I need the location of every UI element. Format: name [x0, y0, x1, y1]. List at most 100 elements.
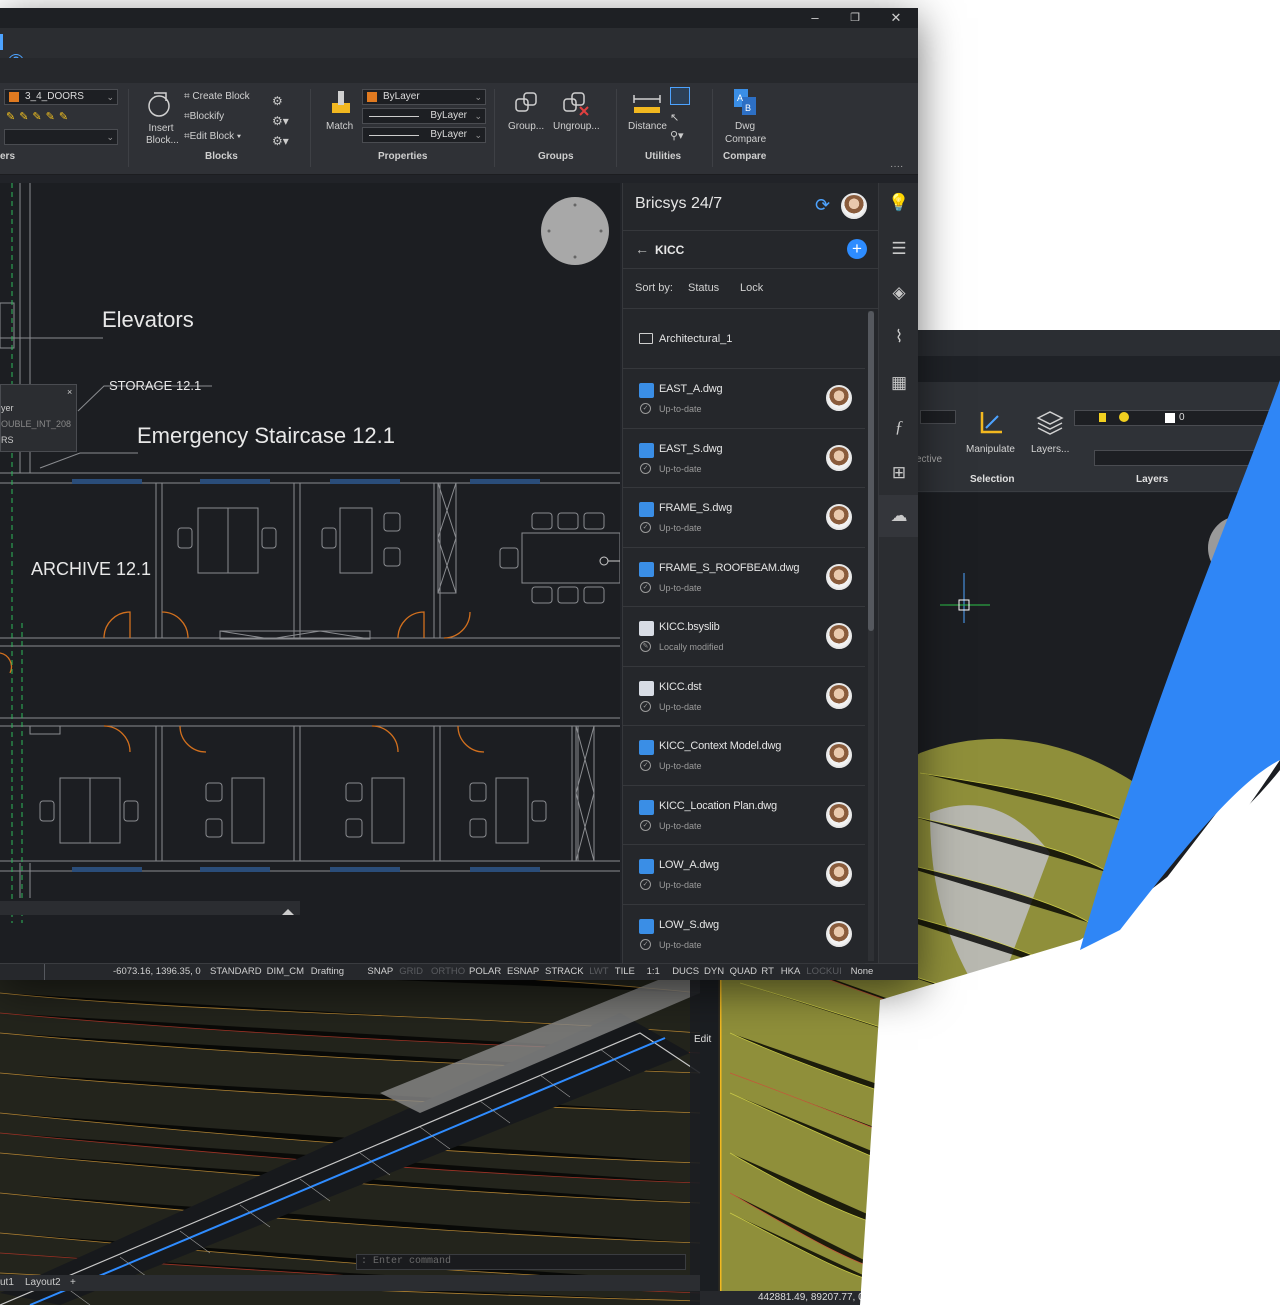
svg-text:B: B [745, 103, 751, 113]
close-button[interactable]: ✕ [881, 9, 911, 27]
file-row[interactable]: KICC_Context Model.dwg ✓ Up-to-date [623, 726, 865, 786]
insert-block-button[interactable]: Insert Block... [146, 123, 179, 147]
status-toggle-ducs[interactable]: DUCS [672, 966, 699, 977]
status-toggle-none[interactable]: None [851, 966, 874, 977]
match-button[interactable]: Match [326, 121, 353, 132]
lock-owner-avatar[interactable] [826, 920, 852, 947]
color-combo[interactable]: ByLayer ⌄ [362, 89, 486, 105]
dwg-file-icon [639, 442, 654, 458]
file-row[interactable]: KICC_Location Plan.dwg ✓ Up-to-date [623, 786, 865, 845]
restore-button[interactable]: ❐ [840, 9, 870, 27]
file-row[interactable]: KICC.bsyslib ✎ Locally modified [623, 607, 865, 667]
layer-quick-popup[interactable]: × yer OUBLE_INT_208 RS [0, 384, 77, 452]
dwg-file-icon [639, 859, 654, 874]
layer-combo[interactable]: 3_4_DOORS ⌄ [4, 89, 118, 105]
user-avatar[interactable] [841, 193, 867, 219]
lock-owner-avatar[interactable] [826, 444, 852, 471]
status-toggle-hka[interactable]: HKA [781, 966, 801, 977]
blockify-button[interactable]: ⌗Blockify [184, 111, 224, 122]
status-toggle-grid[interactable]: GRID [399, 966, 423, 977]
block-tools-icons[interactable]: ⚙ ⚙▾ ⚙▾ [272, 91, 289, 151]
lightbulb-icon[interactable]: 💡 [887, 191, 911, 215]
file-row[interactable]: FRAME_S.dwg ✓ Up-to-date [623, 488, 865, 548]
formula-icon[interactable]: ƒ [887, 415, 911, 439]
status-toggle-rt[interactable]: RT [761, 966, 774, 977]
file-row[interactable]: FRAME_S_ROOFBEAM.dwg ✓ Up-to-date [623, 548, 865, 607]
drawing-canvas[interactable]: Elevators STORAGE 12.1 Emergency Stairca… [0, 183, 620, 963]
layer-tools-icons[interactable]: ✎✎✎✎✎ [6, 110, 116, 124]
create-block-button[interactable]: ⌗ Create Block [184, 91, 250, 102]
lock-owner-avatar[interactable] [826, 385, 852, 411]
status-toggle-1-1[interactable]: 1:1 [647, 966, 660, 977]
lock-owner-avatar[interactable] [826, 623, 852, 649]
insert-block-icon [146, 89, 176, 119]
status-toggle-polar[interactable]: POLAR [469, 966, 501, 977]
panel-scrollbar[interactable] [868, 311, 874, 961]
lock-owner-avatar[interactable] [826, 861, 852, 887]
scrollbar-thumb[interactable] [868, 311, 874, 631]
sort-by-lock[interactable]: Lock [740, 282, 763, 294]
status-toggle-esnap[interactable]: ESNAP [507, 966, 539, 977]
status-toggle-standard[interactable]: STANDARD [210, 966, 262, 977]
status-toggle-snap[interactable]: SNAP [367, 966, 393, 977]
dwg-file-icon [639, 502, 654, 517]
file-name: LOW_A.dwg [659, 859, 719, 871]
layer-state-combo[interactable]: ⌄ [4, 129, 118, 145]
dwg-file-icon [639, 740, 654, 755]
lock-owner-avatar[interactable] [826, 682, 852, 709]
cloud-tab-active[interactable]: ☁ [879, 495, 918, 537]
dwg-compare-line1[interactable]: Dwg [735, 121, 755, 132]
utility-tools-icons[interactable]: ↖ ⚲▾ [670, 109, 684, 145]
linetype-combo[interactable]: ByLayer ⌄ [362, 108, 486, 124]
sort-by-status[interactable]: Status [688, 282, 719, 294]
status-toggle-ortho[interactable]: ORTHO [431, 966, 465, 977]
file-row[interactable]: EAST_A.dwg ✓ Up-to-date [623, 369, 865, 429]
attachments-icon[interactable]: ⌇ [887, 325, 911, 349]
popup-close-icon[interactable]: × [67, 387, 72, 397]
ribbon: 3_4_DOORS ⌄ ✎✎✎✎✎ ⌄ ers Insert Block... ⌗… [0, 83, 918, 175]
minimize-button[interactable]: – [800, 9, 830, 27]
refresh-icon[interactable]: ⟳ [815, 195, 830, 216]
distance-button[interactable]: Distance [628, 121, 667, 132]
lineweight-combo[interactable]: ByLayer ⌄ [362, 127, 486, 143]
status-toggle-dim-cm[interactable]: DIM_CM [267, 966, 304, 977]
statusbar-divider [44, 964, 45, 980]
up-to-date-check-icon: ✓ [640, 522, 651, 533]
back-arrow-icon[interactable]: ← [635, 241, 649, 257]
file-status: Up-to-date [659, 939, 702, 950]
lock-owner-avatar[interactable] [826, 742, 852, 768]
status-toggle-drafting[interactable]: Drafting [311, 966, 344, 977]
ribbon-overflow-icon[interactable]: ···· [890, 161, 903, 172]
folder-icon [639, 333, 653, 344]
dwg-file-icon [639, 383, 654, 398]
file-row[interactable]: LOW_A.dwg ✓ Up-to-date [623, 845, 865, 905]
panel-title: Bricsys 24/7 [635, 195, 723, 212]
file-row[interactable]: EAST_S.dwg ✓ Up-to-date [623, 429, 865, 488]
structure-tree-icon[interactable]: ⊞ [887, 461, 911, 485]
lock-owner-avatar[interactable] [826, 563, 852, 590]
add-file-button[interactable]: + [847, 239, 867, 259]
status-toggle-dyn[interactable]: DYN [704, 966, 724, 977]
hatch-icon[interactable]: ▦ [887, 371, 911, 395]
layers-icon[interactable]: ◈ [887, 281, 911, 305]
status-toggle-tile[interactable]: TILE [615, 966, 635, 977]
quick-access-edge [0, 34, 3, 50]
dwg-compare-line2[interactable]: Compare [725, 134, 766, 145]
ungroup-button[interactable]: Ungroup... [553, 121, 600, 132]
edit-block-button[interactable]: ⌗Edit Block ▾ [184, 131, 241, 142]
status-toggle-lwt[interactable]: LWT [589, 966, 608, 977]
lock-owner-avatar[interactable] [826, 801, 852, 828]
group-button[interactable]: Group... [508, 121, 544, 132]
status-toggle-strack[interactable]: STRACK [545, 966, 584, 977]
layer-combo-value: 3_4_DOORS [25, 91, 84, 102]
compare-group-label: Compare [723, 151, 767, 162]
properties-sliders-icon[interactable]: ☰ [887, 237, 911, 261]
folder-row[interactable]: Architectural_1 [623, 311, 865, 369]
file-row[interactable]: LOW_S.dwg ✓ Up-to-date [623, 905, 865, 964]
status-toggle-quad[interactable]: QUAD [730, 966, 757, 977]
select-cursor-icon[interactable] [670, 87, 690, 105]
lock-owner-avatar[interactable] [826, 504, 852, 530]
distance-icon [632, 93, 662, 117]
status-toggle-lockui[interactable]: LOCKUI [806, 966, 841, 977]
file-row[interactable]: KICC.dst ✓ Up-to-date [623, 667, 865, 726]
